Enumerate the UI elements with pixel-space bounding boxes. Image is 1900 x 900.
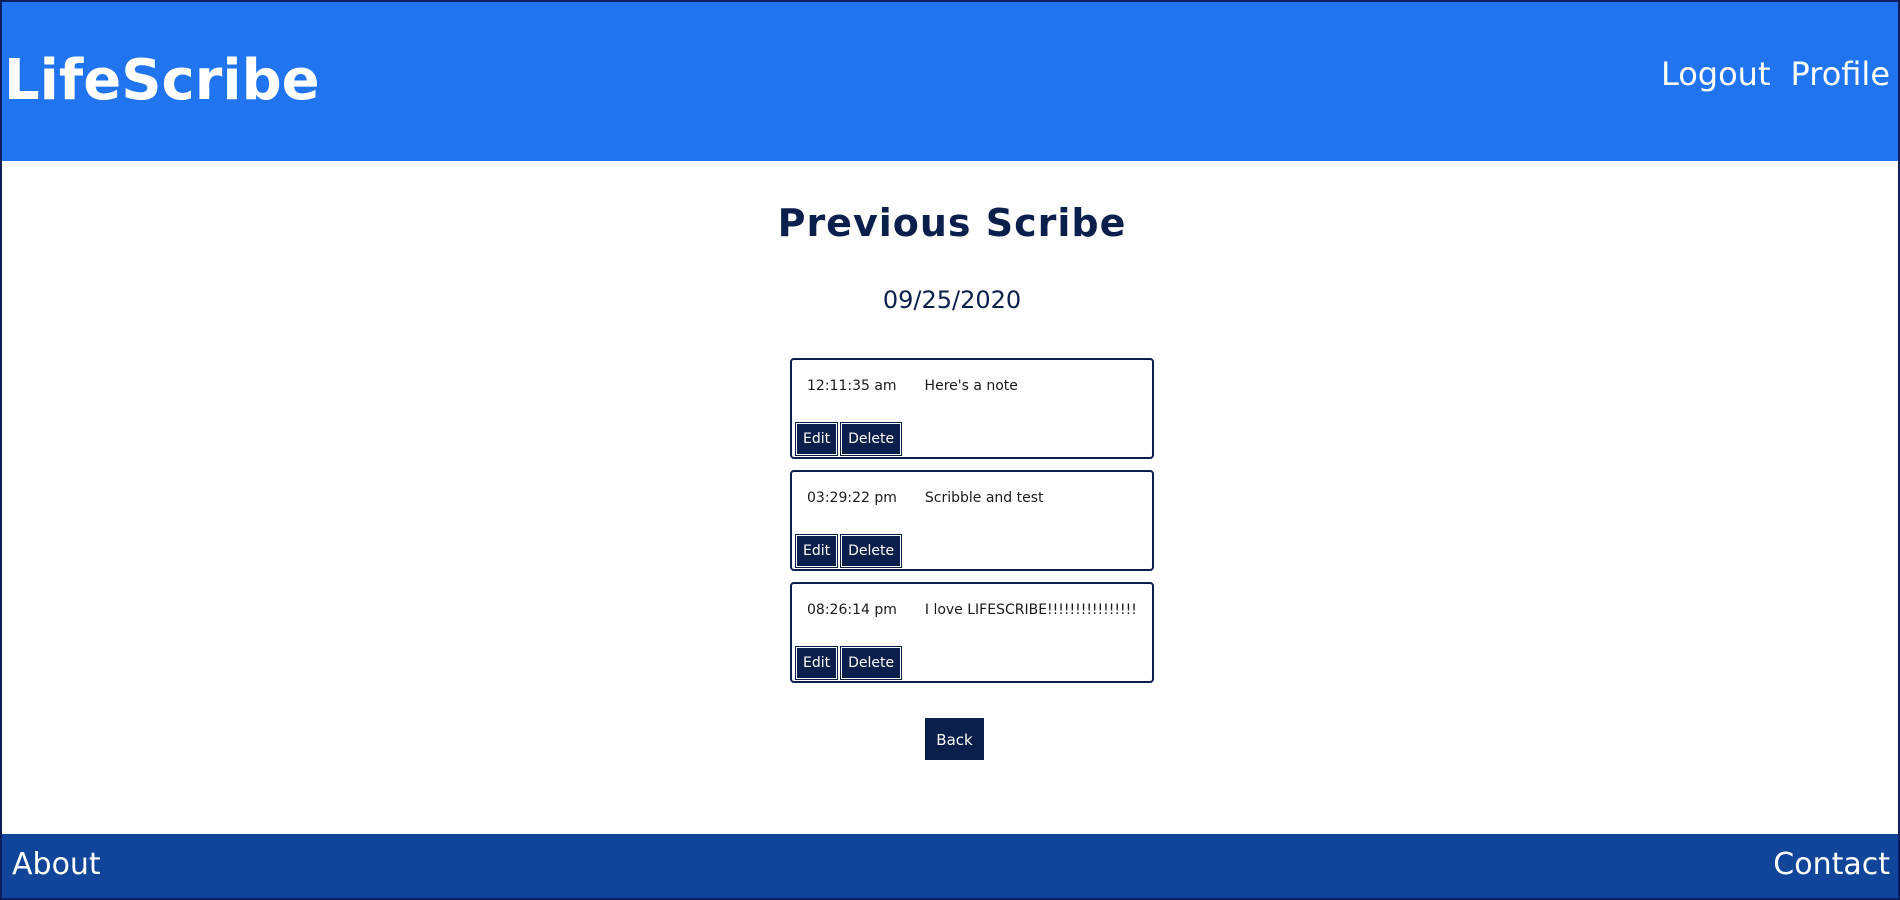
header-nav: Logout Profile — [1661, 52, 1890, 96]
about-link[interactable]: About — [12, 844, 101, 886]
entry-text: I love LIFESCRIBE!!!!!!!!!!!!!!!!!!!!!!!… — [924, 602, 1138, 618]
logout-link[interactable]: Logout — [1661, 52, 1771, 96]
entry-line: 12:11:35 am Here's a note — [807, 376, 1138, 396]
delete-button[interactable]: Delete — [840, 534, 903, 568]
entry-actions: Edit Delete — [794, 422, 903, 456]
entry-text: Here's a note — [924, 378, 1018, 394]
app-frame: LifeScribe Logout Profile Previous Scrib… — [0, 0, 1900, 900]
edit-button[interactable]: Edit — [794, 534, 839, 568]
delete-button[interactable]: Delete — [840, 422, 903, 456]
entry-card: 08:26:14 pm I love LIFESCRIBE!!!!!!!!!!!… — [790, 582, 1154, 683]
footer-bar: About Contact — [2, 834, 1898, 898]
delete-button[interactable]: Delete — [840, 646, 903, 680]
entry-card: 03:29:22 pm Scribble and test Edit Delet… — [790, 470, 1154, 571]
header-bar: LifeScribe Logout Profile — [2, 2, 1898, 161]
edit-button[interactable]: Edit — [794, 646, 839, 680]
scribe-date: 09/25/2020 — [882, 286, 1022, 314]
page-title: Previous Scribe — [777, 201, 1127, 245]
brand-logo[interactable]: LifeScribe — [4, 46, 320, 116]
back-button[interactable]: Back — [925, 718, 984, 760]
entry-time: 03:29:22 pm — [807, 490, 897, 506]
profile-link[interactable]: Profile — [1791, 52, 1891, 96]
entry-card: 12:11:35 am Here's a note Edit Delete — [790, 358, 1154, 459]
contact-link[interactable]: Contact — [1773, 844, 1890, 886]
entry-line: 03:29:22 pm Scribble and test — [807, 488, 1138, 508]
entry-time: 12:11:35 am — [807, 378, 897, 394]
entry-actions: Edit Delete — [794, 646, 903, 680]
entry-list: 12:11:35 am Here's a note Edit Delete 03… — [790, 358, 1154, 683]
entry-actions: Edit Delete — [794, 534, 903, 568]
edit-button[interactable]: Edit — [794, 422, 839, 456]
entry-line: 08:26:14 pm I love LIFESCRIBE!!!!!!!!!!!… — [807, 600, 1138, 620]
entry-time: 08:26:14 pm — [807, 602, 897, 618]
entry-text: Scribble and test — [924, 490, 1044, 506]
